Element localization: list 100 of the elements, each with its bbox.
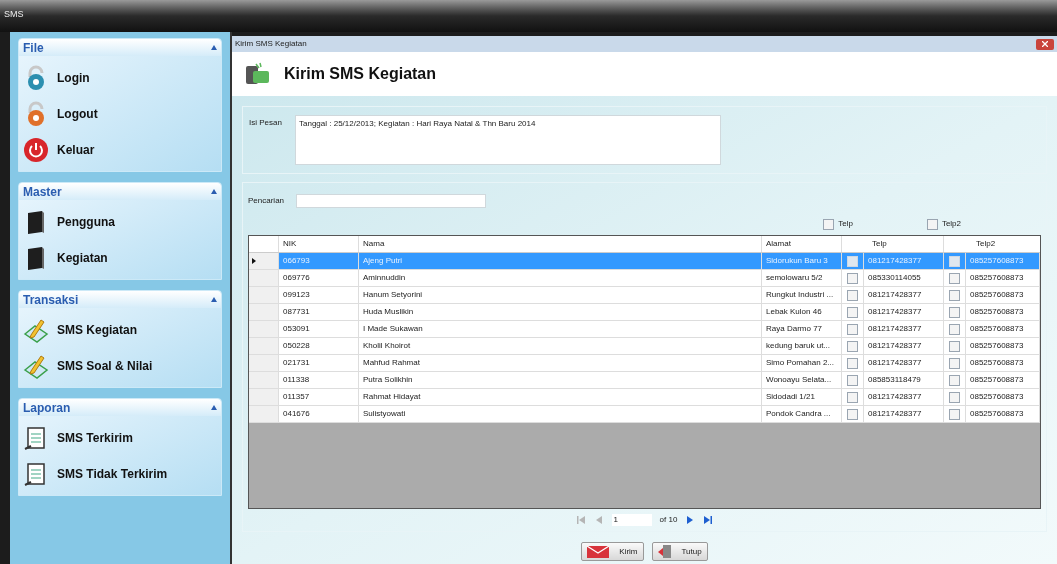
window-title: Kirim SMS Kegiatan [235, 38, 307, 50]
table-row[interactable]: 069776 Aminnuddin semolowaru 5/2 085330114055 085257608873 [249, 270, 1040, 287]
sidebar-item[interactable]: Logout [23, 100, 217, 127]
search-field[interactable] [296, 194, 486, 208]
table-row[interactable]: 050228 Kholil Khoirot kedung baruk ut... 081217428377 085257608873 [249, 338, 1040, 355]
checkbox[interactable] [847, 323, 858, 335]
table-cell: 081217428377 [864, 355, 944, 371]
table-cell: 081217428377 [864, 338, 944, 354]
checkbox[interactable] [847, 255, 858, 267]
table-cell: I Made Sukawan [359, 321, 762, 337]
table-cell: Simo Pomahan 2... [762, 355, 842, 371]
sidebar-item[interactable]: SMS Soal & Nilai [23, 352, 217, 379]
checkbox[interactable] [823, 218, 835, 230]
sidebar-item[interactable]: Pengguna [23, 208, 217, 235]
table-cell: 085257608873 [966, 253, 1040, 269]
table-cell: Putra Solikhin [359, 372, 762, 388]
collapse-icon[interactable] [211, 189, 217, 194]
table-cell: 081217428377 [864, 287, 944, 303]
checkbox[interactable] [847, 272, 858, 284]
page-field[interactable]: 1 [611, 514, 652, 526]
checkbox[interactable] [847, 408, 858, 420]
table-cell: 050228 [279, 338, 359, 354]
checkbox[interactable] [847, 306, 858, 318]
table-cell: 085257608873 [966, 304, 1040, 320]
table-cell: 069776 [279, 270, 359, 286]
envelope-icon [587, 545, 610, 558]
checkbox[interactable] [847, 289, 858, 301]
phone-message-icon [244, 62, 270, 86]
collapse-icon[interactable] [211, 45, 217, 50]
table-cell: 081217428377 [864, 304, 944, 320]
checkbox[interactable] [949, 289, 960, 301]
app-title: SMS [4, 9, 24, 19]
column-header[interactable]: Nama [359, 236, 762, 252]
column-header[interactable]: Telp [842, 236, 944, 252]
checkbox[interactable] [847, 374, 858, 386]
table-cell: Sidorukun Baru 3 [762, 253, 842, 269]
group-header[interactable]: Master [19, 183, 221, 200]
table-row[interactable]: 011357 Rahmat Hidayat Sidodadi 1/21 081217428377 085257608873 [249, 389, 1040, 406]
checkbox[interactable] [949, 391, 960, 403]
checkbox-label: Telp [838, 218, 853, 230]
table-cell: 085257608873 [966, 406, 1040, 422]
table-cell: 011357 [279, 389, 359, 405]
close-button[interactable] [1036, 38, 1054, 50]
sidebar-item[interactable]: Login [23, 64, 217, 91]
table-cell: 085257608873 [966, 372, 1040, 388]
sidebar-item[interactable]: Kegiatan [23, 244, 217, 271]
window-heading: Kirim SMS Kegiatan [284, 64, 437, 84]
group-title: Transaksi [23, 291, 79, 309]
checkbox[interactable] [847, 340, 858, 352]
last-page-icon[interactable] [703, 515, 714, 525]
checkbox[interactable] [847, 357, 858, 369]
message-field[interactable]: Tanggal : 25/12/2013; Kegiatan : Hari Raya Natal & Thn Baru 2014 [295, 115, 721, 165]
checkbox[interactable] [949, 255, 960, 267]
table-cell: Kholil Khoirot [359, 338, 762, 354]
checkbox[interactable] [949, 306, 960, 318]
collapse-icon[interactable] [211, 297, 217, 302]
checkbox[interactable] [949, 272, 960, 284]
table-row[interactable]: 099123 Hanum Setyorini Rungkut Industri ... 081217428377 085257608873 [249, 287, 1040, 304]
group-title: Master [23, 183, 62, 201]
table-row[interactable]: 087731 Huda Muslikin Lebak Kulon 46 081217428377 085257608873 [249, 304, 1040, 321]
checkbox[interactable] [949, 408, 960, 420]
table-row[interactable]: 011338 Putra Solikhin Wonoayu Selata... 085853118479 085257608873 [249, 372, 1040, 389]
group-header[interactable]: File [19, 39, 221, 56]
sidebar-item[interactable]: SMS Terkirim [23, 424, 217, 451]
sidebar-item[interactable]: SMS Kegiatan [23, 316, 217, 343]
column-header[interactable]: Alamat [762, 236, 842, 252]
group-header[interactable]: Transaksi [19, 291, 221, 308]
table-cell: 085330114055 [864, 270, 944, 286]
sidebar-item[interactable]: Keluar [23, 136, 217, 163]
checkbox[interactable] [949, 357, 960, 369]
table-cell: 066793 [279, 253, 359, 269]
current-row-icon [252, 258, 256, 264]
collapse-icon[interactable] [211, 405, 217, 410]
action-button[interactable]: Kirim [581, 542, 644, 561]
table-cell: Aminnuddin [359, 270, 762, 286]
table-cell: 081217428377 [864, 406, 944, 422]
table-row[interactable]: 053091 I Made Sukawan Raya Darmo 77 081217428377 085257608873 [249, 321, 1040, 338]
action-button[interactable]: Tutup [651, 542, 708, 561]
power-icon [23, 136, 49, 163]
checkbox[interactable] [847, 391, 858, 403]
table-cell: 021731 [279, 355, 359, 371]
table-row[interactable]: 021731 Mahfud Rahmat Simo Pomahan 2... 081217428377 085257608873 [249, 355, 1040, 372]
checkbox[interactable] [926, 218, 938, 230]
checkbox[interactable] [949, 374, 960, 386]
table-cell: Ajeng Putri [359, 253, 762, 269]
table-cell: 087731 [279, 304, 359, 320]
table-cell: 085257608873 [966, 287, 1040, 303]
table-cell: Pondok Candra ... [762, 406, 842, 422]
table-cell: Raya Darmo 77 [762, 321, 842, 337]
column-header[interactable]: NIK [279, 236, 359, 252]
table-row[interactable]: 041676 Sulistyowati Pondok Candra ... 081217428377 085257608873 [249, 406, 1040, 423]
table-cell: 053091 [279, 321, 359, 337]
checkbox[interactable] [949, 340, 960, 352]
table-cell: 085257608873 [966, 321, 1040, 337]
table-cell: Wonoayu Selata... [762, 372, 842, 388]
sidebar-item[interactable]: SMS Tidak Terkirim [23, 460, 217, 487]
checkbox[interactable] [949, 323, 960, 335]
group-header[interactable]: Laporan [19, 399, 221, 416]
column-header[interactable]: Telp2 [944, 236, 1040, 252]
table-cell: 081217428377 [864, 253, 944, 269]
